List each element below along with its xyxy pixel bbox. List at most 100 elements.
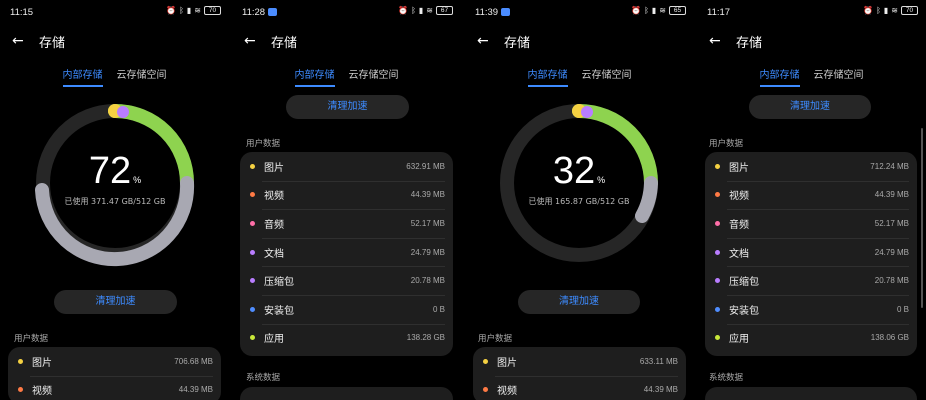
list-item[interactable]: 图片 712.24 MB bbox=[705, 152, 917, 181]
section-system-data: 系统数据 bbox=[709, 373, 744, 383]
system-data-card bbox=[705, 387, 917, 400]
status-time: 11:17 bbox=[707, 7, 731, 18]
list-item[interactable]: 安装包 0 B bbox=[705, 294, 917, 324]
status-time: 11:28 bbox=[242, 7, 278, 18]
list-item[interactable]: 压缩包 20.78 MB bbox=[240, 266, 453, 295]
list-item[interactable]: 视频 44.39 MB bbox=[705, 180, 917, 210]
item-size: 24.79 MB bbox=[410, 247, 445, 257]
archives-dot-icon bbox=[715, 278, 720, 284]
list-item[interactable]: 音频 52.17 MB bbox=[240, 209, 453, 238]
item-label: 安装包 bbox=[264, 305, 294, 317]
audio-dot-icon bbox=[250, 220, 255, 226]
list-item[interactable]: 图片 632.91 MB bbox=[240, 152, 453, 181]
list-item[interactable]: 文档 24.79 MB bbox=[705, 237, 917, 267]
section-user-data: 用户数据 bbox=[709, 139, 744, 149]
page-title: 存储 bbox=[271, 35, 298, 51]
page-title: 存储 bbox=[736, 35, 763, 51]
item-label: 音频 bbox=[729, 219, 749, 231]
signal-icon: ▮ bbox=[186, 6, 192, 15]
battery-icon: 70 bbox=[901, 6, 918, 15]
bluetooth-icon: ᛒ bbox=[411, 6, 416, 15]
clean-button[interactable]: 清理加速 bbox=[54, 290, 177, 314]
bluetooth-icon: ᛒ bbox=[644, 6, 649, 15]
back-arrow-icon[interactable]: ← bbox=[709, 33, 725, 49]
videos-dot-icon bbox=[250, 192, 255, 198]
screen-2: 11:28 ⏰ ᛒ ▮ ≋ 67 ← 存储 内部存储 云存储空间 清理加速 用户… bbox=[232, 0, 461, 400]
bluetooth-icon: ᛒ bbox=[876, 6, 881, 15]
list-item[interactable]: 视频 44.39 MB bbox=[473, 375, 686, 400]
tab-internal-storage[interactable]: 内部存储 bbox=[527, 66, 568, 87]
tab-internal-storage[interactable]: 内部存储 bbox=[62, 66, 103, 87]
images-dot-icon bbox=[250, 163, 255, 169]
scrollbar[interactable] bbox=[921, 128, 923, 308]
section-user-data: 用户数据 bbox=[246, 139, 281, 149]
item-label: 视频 bbox=[729, 191, 749, 203]
list-item[interactable]: 视频 44.39 MB bbox=[8, 375, 221, 400]
item-size: 44.39 MB bbox=[874, 190, 909, 200]
item-size: 44.39 MB bbox=[643, 385, 678, 395]
item-label: 视频 bbox=[497, 386, 517, 398]
list-item[interactable]: 文档 24.79 MB bbox=[240, 237, 453, 267]
wifi-icon: ≋ bbox=[194, 6, 201, 15]
list-item[interactable]: 安装包 0 B bbox=[240, 294, 453, 324]
tab-internal-storage[interactable]: 内部存储 bbox=[294, 66, 335, 87]
storage-tabs: 内部存储 云存储空间 bbox=[697, 66, 926, 87]
page-title: 存储 bbox=[504, 35, 531, 51]
item-size: 52.17 MB bbox=[874, 218, 909, 228]
battery-icon: 65 bbox=[669, 6, 686, 15]
item-size: 20.78 MB bbox=[410, 276, 445, 286]
section-system-data: 系统数据 bbox=[246, 373, 281, 383]
list-item[interactable]: 音频 52.17 MB bbox=[705, 209, 917, 238]
user-data-card: 图片 632.91 MB 视频 44.39 MB 音频 52.17 MB 文档 24.7… bbox=[240, 152, 453, 356]
item-label: 应用 bbox=[729, 334, 749, 346]
tab-cloud-storage[interactable]: 云存储空间 bbox=[582, 66, 632, 87]
tab-internal-storage[interactable]: 内部存储 bbox=[759, 66, 800, 87]
ring-segment-documents bbox=[117, 106, 129, 118]
used-text: 已使用 371.47 GB/512 GB bbox=[64, 197, 166, 206]
signal-icon: ▮ bbox=[883, 6, 889, 15]
list-item[interactable]: 图片 706.68 MB bbox=[8, 347, 221, 376]
back-arrow-icon[interactable]: ← bbox=[12, 33, 28, 49]
item-size: 706.68 MB bbox=[174, 356, 213, 366]
apk-dot-icon bbox=[250, 306, 255, 312]
header: ← 存储 bbox=[477, 31, 684, 51]
clean-button[interactable]: 清理加速 bbox=[286, 95, 409, 119]
tab-cloud-storage[interactable]: 云存储空间 bbox=[814, 66, 864, 87]
item-size: 138.06 GB bbox=[870, 333, 909, 343]
back-arrow-icon[interactable]: ← bbox=[477, 33, 493, 49]
alarm-icon: ⏰ bbox=[863, 6, 874, 15]
item-label: 图片 bbox=[497, 357, 517, 369]
status-bar: 11:17 ⏰ ᛒ ▮ ≋ 70 bbox=[707, 6, 918, 20]
wifi-icon: ≋ bbox=[659, 6, 666, 15]
bluetooth-icon: ᛒ bbox=[179, 6, 184, 15]
item-label: 视频 bbox=[32, 386, 52, 398]
item-size: 44.39 MB bbox=[410, 190, 445, 200]
archives-dot-icon bbox=[250, 278, 255, 284]
list-item[interactable]: 压缩包 20.78 MB bbox=[705, 266, 917, 295]
alarm-icon: ⏰ bbox=[166, 6, 177, 15]
app-notification-icon bbox=[268, 8, 278, 16]
list-item[interactable]: 图片 633.11 MB bbox=[473, 347, 686, 376]
list-item[interactable]: 应用 138.28 GB bbox=[240, 323, 453, 353]
back-arrow-icon[interactable]: ← bbox=[244, 33, 260, 49]
alarm-icon: ⏰ bbox=[398, 6, 409, 15]
status-bar: 11:15 ⏰ ᛒ ▮ ≋ 70 bbox=[10, 6, 221, 20]
item-label: 应用 bbox=[264, 334, 284, 346]
documents-dot-icon bbox=[250, 249, 255, 255]
videos-dot-icon bbox=[18, 387, 23, 393]
item-size: 24.79 MB bbox=[874, 247, 909, 257]
list-item[interactable]: 应用 138.06 GB bbox=[705, 323, 917, 353]
tab-cloud-storage[interactable]: 云存储空间 bbox=[349, 66, 399, 87]
item-size: 633.11 MB bbox=[639, 356, 678, 366]
storage-tabs: 内部存储 云存储空间 bbox=[465, 66, 694, 87]
page-title: 存储 bbox=[39, 35, 66, 51]
status-icons: ⏰ ᛒ ▮ ≋ 70 bbox=[166, 6, 221, 15]
battery-icon: 67 bbox=[436, 6, 453, 15]
clean-button[interactable]: 清理加速 bbox=[749, 95, 871, 119]
clean-button[interactable]: 清理加速 bbox=[518, 290, 640, 314]
list-item[interactable]: 视频 44.39 MB bbox=[240, 180, 453, 210]
item-label: 文档 bbox=[729, 248, 749, 260]
wifi-icon: ≋ bbox=[426, 6, 433, 15]
user-data-card: 图片 712.24 MB 视频 44.39 MB 音频 52.17 MB 文档 24.7… bbox=[705, 152, 917, 356]
tab-cloud-storage[interactable]: 云存储空间 bbox=[117, 66, 167, 87]
